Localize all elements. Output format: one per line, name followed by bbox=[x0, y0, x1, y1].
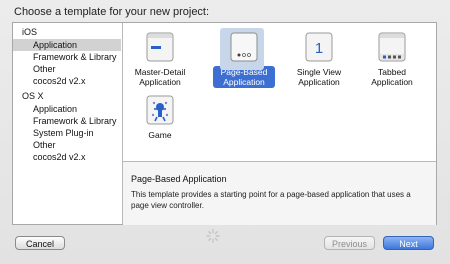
sidebar-item-osx-cocos2d[interactable]: cocos2d v2.x bbox=[13, 151, 121, 163]
template-game[interactable]: Game bbox=[129, 95, 191, 143]
template-label: Tabbed Application bbox=[371, 67, 413, 87]
description-body: This template provides a starting point … bbox=[131, 190, 411, 210]
template-description-pane: Page-Based Application This template pro… bbox=[123, 161, 436, 225]
template-single-view[interactable]: 1 Single View Application bbox=[288, 32, 350, 90]
template-label: Game bbox=[148, 130, 172, 140]
description-title: Page-Based Application bbox=[131, 174, 227, 184]
page-based-icon bbox=[229, 32, 259, 62]
master-detail-icon bbox=[145, 32, 175, 62]
next-button[interactable]: Next bbox=[383, 236, 434, 250]
template-tabbed[interactable]: Tabbed Application bbox=[361, 32, 423, 90]
tabbed-icon bbox=[377, 32, 407, 62]
cancel-button[interactable]: Cancel bbox=[15, 236, 65, 250]
template-label: Single View Application bbox=[296, 67, 342, 87]
chooser-panel: iOS Application Framework & Library Othe… bbox=[12, 22, 437, 225]
sidebar-heading-osx: OS X bbox=[22, 91, 44, 101]
sidebar-item-osx-application[interactable]: Application bbox=[13, 103, 121, 115]
template-page-based[interactable]: Page-Based Application bbox=[213, 28, 275, 90]
sidebar-item-osx-system-plugin[interactable]: System Plug-in bbox=[13, 127, 121, 139]
single-view-icon: 1 bbox=[304, 32, 334, 62]
template-category-sidebar: iOS Application Framework & Library Othe… bbox=[13, 23, 123, 224]
sidebar-item-osx-framework-library[interactable]: Framework & Library bbox=[13, 115, 121, 127]
svg-text:1: 1 bbox=[315, 40, 323, 57]
sidebar-item-osx-other[interactable]: Other bbox=[13, 139, 121, 151]
previous-button[interactable]: Previous bbox=[324, 236, 375, 250]
progress-spinner-icon bbox=[206, 229, 220, 243]
sidebar-item-ios-other[interactable]: Other bbox=[13, 63, 121, 75]
sidebar-item-ios-cocos2d[interactable]: cocos2d v2.x bbox=[13, 75, 121, 87]
window-title: Choose a template for your new project: bbox=[14, 6, 210, 18]
template-grid: Master-Detail Application Page-Based App… bbox=[123, 23, 436, 161]
template-label: Master-Detail Application bbox=[134, 67, 186, 87]
sidebar-heading-ios: iOS bbox=[22, 27, 38, 37]
game-icon bbox=[145, 95, 175, 125]
sidebar-item-ios-application[interactable]: Application bbox=[13, 39, 121, 51]
template-chooser-window: Choose a template for your new project: … bbox=[0, 0, 450, 264]
sidebar-item-ios-framework-library[interactable]: Framework & Library bbox=[13, 51, 121, 63]
template-master-detail[interactable]: Master-Detail Application bbox=[129, 32, 191, 90]
